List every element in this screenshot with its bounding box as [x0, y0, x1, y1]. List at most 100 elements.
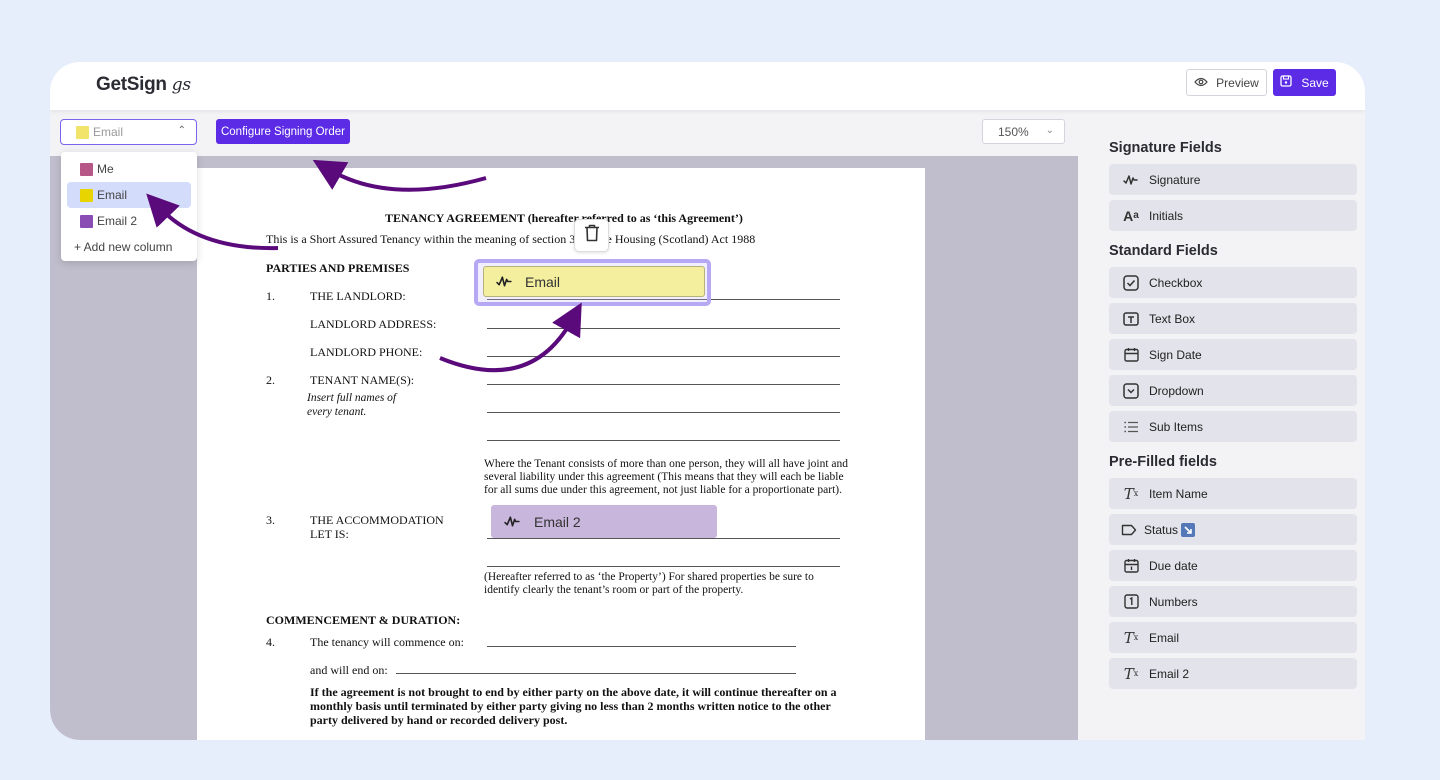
calendar-date-icon: [1122, 557, 1140, 575]
property-text-1: (Hereafter referred to as ‘the Property’…: [484, 571, 814, 583]
configure-signing-order-button[interactable]: Configure Signing Order: [216, 119, 350, 144]
property-text-2: identify clearly the tenant’s room or pa…: [484, 584, 744, 596]
number-icon: [1122, 593, 1140, 611]
field-label: Email 2: [1149, 666, 1190, 681]
accommodation-label-2: LET IS:: [310, 527, 349, 541]
logo-mark: gs: [171, 75, 191, 95]
eye-icon: [1194, 76, 1208, 90]
field-label: Initials: [1149, 208, 1184, 223]
tenant-line-3: [487, 440, 840, 441]
accommodation-line-2: [487, 566, 840, 567]
column-option-me[interactable]: Me: [67, 156, 191, 182]
field-initials[interactable]: Aa Initials: [1109, 200, 1357, 231]
placed-email-2-signature-field[interactable]: Email 2: [491, 505, 717, 538]
accommodation-line-1: [487, 538, 840, 539]
editor-toolbar: Email ⌃ Configure Signing Order 150% ⌄: [50, 110, 1078, 156]
doc-intro: This is a Short Assured Tenancy within t…: [266, 232, 756, 246]
field-sign-date[interactable]: Sign Date: [1109, 339, 1357, 370]
option-label: Email: [97, 188, 128, 202]
field-label: Status: [1144, 522, 1179, 537]
end-line: [396, 673, 796, 674]
field-label: Text Box: [1149, 311, 1196, 326]
field-dropdown[interactable]: Dropdown: [1109, 375, 1357, 406]
column-select[interactable]: Email ⌃: [60, 119, 197, 145]
clear-format-icon: Tx: [1123, 628, 1139, 647]
continue-text-3: party delivered by hand or recorded deli…: [310, 713, 568, 727]
placed-field-label: Email 2: [534, 513, 581, 530]
prefilled-fields-heading: Pre-Filled fields: [1109, 454, 1217, 470]
app-window: GetSign gs Preview Save Email ⌃ Configure…: [50, 62, 1365, 740]
save-button[interactable]: Save: [1273, 69, 1336, 96]
column-color-swatch: [80, 188, 93, 202]
landlord-label: THE LANDLORD:: [310, 289, 406, 303]
tenant-names-label: TENANT NAME(S):: [310, 373, 415, 387]
preview-label: Preview: [1216, 75, 1259, 90]
item-3-number: 3.: [266, 513, 275, 527]
fields-panel: Signature Fields Signature Aa Initials S…: [1078, 110, 1365, 740]
preview-button[interactable]: Preview: [1186, 69, 1267, 96]
landlord-address-label: LANDLORD ADDRESS:: [310, 317, 437, 331]
field-label: Sign Date: [1149, 347, 1202, 362]
signature-icon: [504, 515, 521, 528]
column-dropdown-menu: Me Email Email 2 + Add new column: [61, 152, 197, 261]
add-new-column-button[interactable]: + Add new column: [61, 234, 191, 260]
tenant-hint-1: Insert full names of: [307, 392, 397, 404]
field-due-date[interactable]: Due date: [1109, 550, 1357, 581]
save-label: Save: [1301, 75, 1329, 90]
field-sub-items[interactable]: Sub Items: [1109, 411, 1357, 442]
document-page: TENANCY AGREEMENT (hereafter referred to…: [197, 168, 925, 740]
document-canvas: TENANCY AGREEMENT (hereafter referred to…: [50, 156, 1078, 740]
text-box-icon: [1122, 310, 1140, 328]
selected-field-outline: Email: [474, 259, 711, 306]
signature-fields-heading: Signature Fields: [1109, 140, 1222, 156]
tenant-line-1: [487, 384, 840, 385]
clear-format-icon: Tx: [1123, 664, 1139, 683]
signature-icon: [1122, 171, 1140, 189]
continue-text-2: monthly basis until terminated by either…: [310, 699, 831, 713]
field-label: Dropdown: [1149, 383, 1204, 398]
field-checkbox[interactable]: Checkbox: [1109, 267, 1357, 298]
landlord-phone-label: LANDLORD PHONE:: [310, 345, 423, 359]
column-select-value: Email: [93, 125, 124, 139]
field-label: Numbers: [1149, 594, 1198, 609]
field-item-name[interactable]: Tx Item Name: [1109, 478, 1357, 509]
list-icon: [1122, 418, 1140, 436]
top-bar: GetSign gs Preview Save: [50, 62, 1365, 110]
arrow-badge-icon: [1181, 522, 1196, 537]
field-email-2[interactable]: Tx Email 2: [1109, 658, 1357, 689]
field-text-box[interactable]: Text Box: [1109, 303, 1357, 334]
item-2-number: 2.: [266, 373, 275, 387]
delete-field-button[interactable]: [574, 219, 609, 252]
field-signature[interactable]: Signature: [1109, 164, 1357, 195]
parties-heading: PARTIES AND PREMISES: [266, 261, 410, 275]
signature-icon: [496, 275, 513, 288]
option-label: Email 2: [97, 214, 138, 228]
column-option-email-2[interactable]: Email 2: [67, 208, 191, 234]
landlord-phone-line: [487, 356, 840, 357]
column-option-email[interactable]: Email: [67, 182, 191, 208]
trash-icon: [584, 224, 600, 247]
joint-text-3: for all sums due under this agreement, n…: [484, 484, 842, 496]
field-numbers[interactable]: Numbers: [1109, 586, 1357, 617]
column-color-swatch: [80, 214, 93, 228]
field-email[interactable]: Tx Email: [1109, 622, 1357, 653]
continue-text-1: If the agreement is not brought to end b…: [310, 685, 837, 699]
end-label: and will end on:: [310, 663, 388, 677]
commencement-heading: COMMENCEMENT & DURATION:: [266, 613, 461, 627]
tenant-hint-2: every tenant.: [307, 406, 367, 418]
checkbox-icon: [1122, 274, 1140, 292]
landlord-address-line: [487, 328, 840, 329]
dropdown-icon: [1122, 382, 1140, 400]
zoom-select[interactable]: 150% ⌄: [982, 119, 1065, 144]
field-label: Checkbox: [1149, 275, 1203, 290]
standard-fields-heading: Standard Fields: [1109, 243, 1218, 259]
field-label: Sub Items: [1149, 419, 1204, 434]
field-status[interactable]: Status: [1109, 514, 1357, 545]
joint-text-1: Where the Tenant consists of more than o…: [484, 458, 849, 470]
commence-label: The tenancy will commence on:: [310, 635, 464, 649]
calendar-icon: [1122, 346, 1140, 364]
floppy-disk-icon: [1280, 75, 1292, 90]
commence-line: [487, 646, 796, 647]
tenant-line-2: [487, 412, 840, 413]
placed-email-signature-field[interactable]: Email: [483, 266, 705, 297]
